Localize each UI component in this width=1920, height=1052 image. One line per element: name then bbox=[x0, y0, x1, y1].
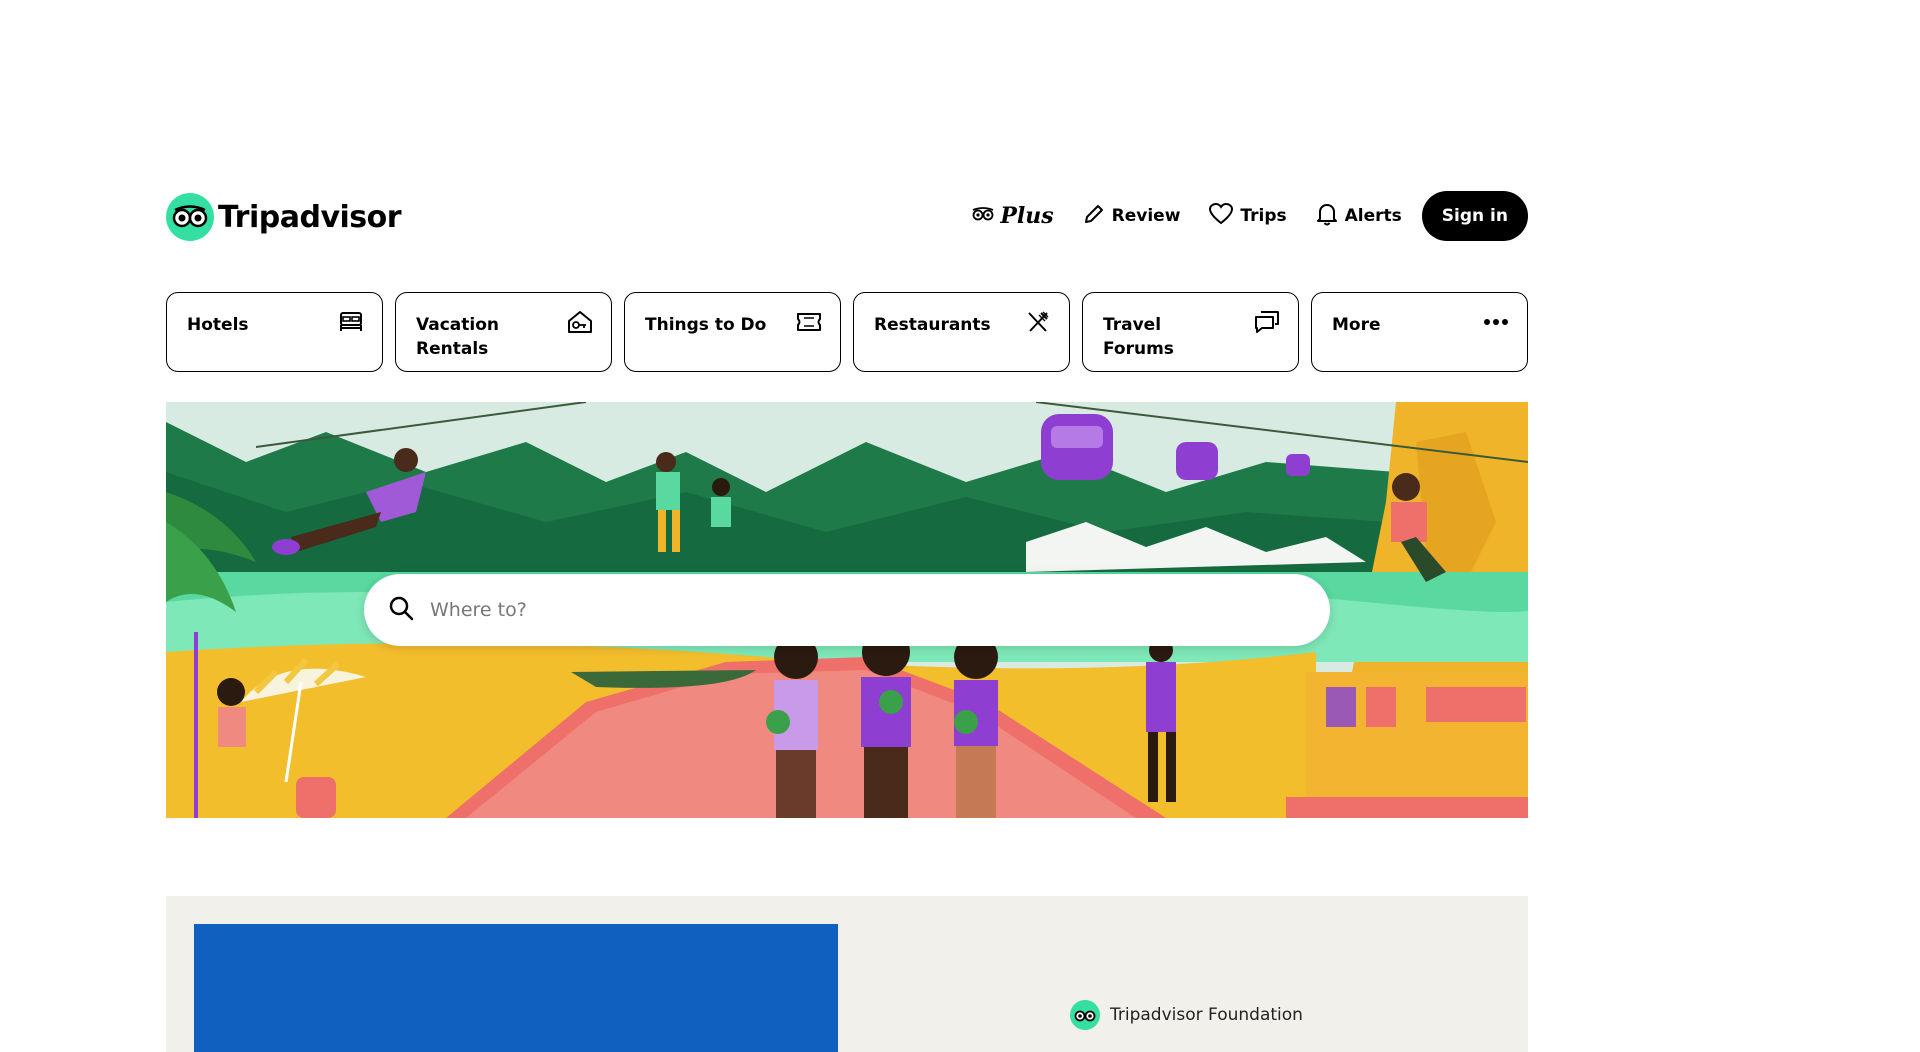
tile-travel-forums[interactable]: Travel Forums bbox=[1082, 292, 1299, 372]
promo-brand-label: Tripadvisor Foundation bbox=[1110, 1005, 1303, 1025]
chat-bubbles-icon bbox=[1254, 309, 1280, 335]
tile-more[interactable]: More bbox=[1311, 292, 1528, 372]
tile-vacation-rentals-label: Vacation Rentals bbox=[416, 315, 499, 359]
tile-things-to-do-label: Things to Do bbox=[645, 315, 767, 335]
bed-icon bbox=[338, 309, 364, 335]
sign-in-button[interactable]: Sign in bbox=[1421, 191, 1528, 241]
nav-alerts-label: Alerts bbox=[1344, 206, 1402, 226]
tile-travel-forums-label: Travel Forums bbox=[1103, 315, 1174, 359]
house-key-icon bbox=[567, 309, 593, 335]
search-bar[interactable] bbox=[364, 574, 1330, 646]
tripadvisor-logo[interactable]: Tripadvisor bbox=[166, 193, 402, 241]
search-icon bbox=[388, 595, 414, 625]
nav-review-label: Review bbox=[1111, 206, 1181, 226]
beach-people bbox=[766, 628, 998, 818]
owl-logo-icon bbox=[1070, 1000, 1100, 1030]
heart-icon bbox=[1208, 202, 1234, 231]
tile-hotels-label: Hotels bbox=[187, 315, 249, 335]
nav-trips-label: Trips bbox=[1240, 206, 1287, 226]
owl-eyes-icon bbox=[972, 206, 994, 226]
nav-review[interactable]: Review bbox=[1068, 190, 1195, 242]
tile-restaurants-label: Restaurants bbox=[874, 315, 991, 335]
utensils-icon bbox=[1025, 309, 1051, 335]
header-nav: Plus Review Trips Alerts Sign in bbox=[958, 190, 1528, 242]
foundation-promo: Tripadvisor Foundation bbox=[166, 896, 1528, 1052]
page: Tripadvisor Plus Review Trips Alerts Sig… bbox=[0, 0, 1920, 1052]
category-tiles: Hotels Vacation Rentals Things to Do Res… bbox=[166, 292, 1528, 372]
nav-plus[interactable]: Plus bbox=[958, 190, 1067, 242]
ticket-icon bbox=[796, 309, 822, 335]
pencil-icon bbox=[1082, 202, 1106, 231]
nav-alerts[interactable]: Alerts bbox=[1301, 190, 1416, 242]
site-header: Tripadvisor Plus Review Trips Alerts Sig… bbox=[166, 190, 1528, 242]
promo-brand: Tripadvisor Foundation bbox=[1070, 1000, 1303, 1030]
owl-logo-icon bbox=[166, 193, 214, 241]
tile-more-label: More bbox=[1332, 315, 1381, 335]
tile-vacation-rentals[interactable]: Vacation Rentals bbox=[395, 292, 612, 372]
more-dots-icon bbox=[1483, 309, 1509, 335]
logo-wordmark: Tripadvisor bbox=[218, 199, 402, 235]
nav-trips[interactable]: Trips bbox=[1194, 190, 1300, 242]
promo-image bbox=[194, 924, 838, 1052]
tile-hotels[interactable]: Hotels bbox=[166, 292, 383, 372]
tile-restaurants[interactable]: Restaurants bbox=[853, 292, 1070, 372]
tile-things-to-do[interactable]: Things to Do bbox=[624, 292, 841, 372]
nav-plus-label: Plus bbox=[1000, 203, 1054, 229]
bell-icon bbox=[1315, 201, 1339, 232]
search-input[interactable] bbox=[428, 598, 1248, 622]
